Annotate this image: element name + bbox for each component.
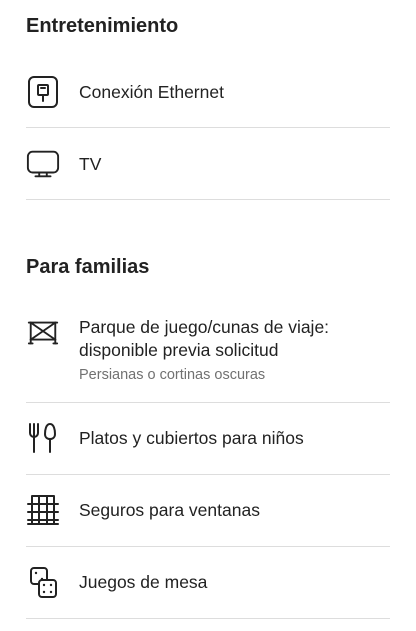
amenity-board-games-label: Juegos de mesa [79, 572, 208, 592]
divider [26, 199, 390, 200]
amenity-ethernet-label: Conexión Ethernet [79, 82, 224, 102]
amenity-tv[interactable]: TV [26, 146, 390, 182]
tv-icon [26, 147, 60, 181]
divider [26, 127, 390, 128]
crib-icon [26, 316, 60, 350]
amenity-crib[interactable]: Parque de juego/cunas de viaje: disponib… [26, 314, 390, 386]
amenity-tv-label: TV [79, 154, 102, 174]
section-title-entretenimiento: Entretenimiento [26, 15, 179, 37]
amenity-window-guards-label: Seguros para ventanas [79, 500, 260, 520]
amenity-window-guards[interactable]: Seguros para ventanas [26, 492, 390, 528]
divider [26, 618, 390, 619]
section-title-para-familias: Para familias [26, 256, 150, 278]
amenity-board-games[interactable]: Juegos de mesa [26, 564, 390, 600]
amenity-crib-label: Parque de juego/cunas de viaje: disponib… [79, 317, 330, 360]
ethernet-icon [26, 75, 60, 109]
amenities-list: Entretenimiento Conexión Ethernet TV Par… [0, 0, 416, 631]
amenity-crib-sublabel: Persianas o cortinas oscuras [79, 367, 266, 383]
dice-icon [26, 565, 60, 599]
amenity-ethernet[interactable]: Conexión Ethernet [26, 74, 390, 110]
amenity-kids-tableware[interactable]: Platos y cubiertos para niños [26, 420, 390, 456]
divider [26, 402, 390, 403]
divider [26, 546, 390, 547]
divider [26, 474, 390, 475]
utensils-icon [26, 421, 60, 455]
amenity-kids-tableware-label: Platos y cubiertos para niños [79, 428, 304, 448]
window-guard-icon [26, 493, 60, 527]
